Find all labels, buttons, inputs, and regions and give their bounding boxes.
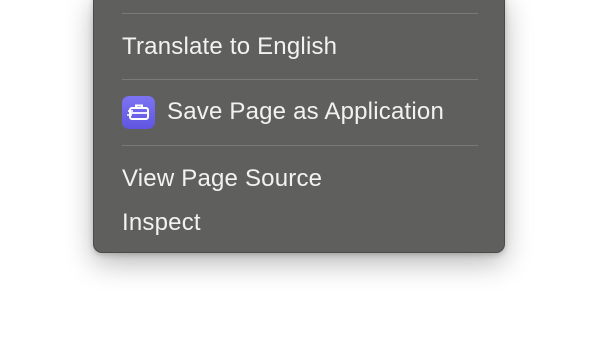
menu-separator (122, 13, 478, 14)
menu-item-label: Save Page as Application (167, 98, 444, 125)
menu-separator (122, 79, 478, 80)
app-briefcase-icon (122, 95, 155, 129)
menu-item-save-page-as-application[interactable]: Save Page as Application (122, 95, 444, 129)
menu-item-label: Translate to English (122, 33, 338, 60)
menu-item-label: Inspect (122, 209, 201, 236)
menu-item-inspect[interactable]: Inspect (122, 208, 201, 238)
menu-item-view-page-source[interactable]: View Page Source (122, 164, 322, 194)
menu-separator (122, 145, 478, 146)
menu-item-translate-to-english[interactable]: Translate to English (122, 32, 337, 62)
menu-item-label: View Page Source (122, 165, 323, 192)
context-menu: Translate to English Save Page as Applic… (93, 0, 505, 253)
